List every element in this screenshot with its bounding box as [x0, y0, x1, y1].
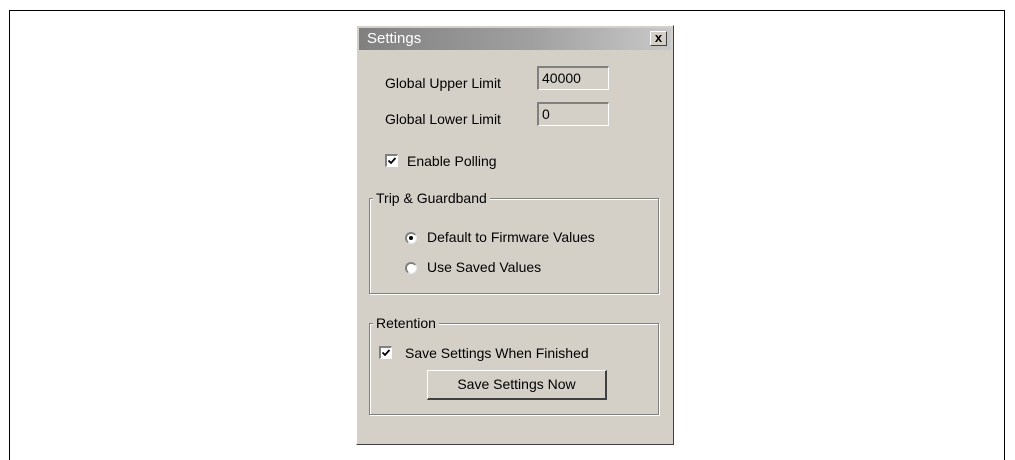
radio-use-saved-label: Use Saved Values — [427, 259, 542, 275]
radio-dot-icon — [409, 236, 413, 240]
checkmark-icon — [381, 349, 391, 357]
checkmark-icon — [387, 157, 397, 165]
save-when-finished-label: Save Settings When Finished — [405, 345, 589, 361]
radio-default-firmware[interactable] — [405, 232, 417, 244]
radio-use-saved[interactable] — [405, 262, 417, 274]
settings-dialog: Settings x Global Upper Limit 40000 Glob… — [356, 25, 674, 445]
close-button[interactable]: x — [650, 31, 667, 46]
retention-group — [369, 323, 659, 415]
trip-guardband-title: Trip & Guardband — [373, 189, 490, 207]
retention-title: Retention — [373, 314, 439, 332]
enable-polling-checkbox[interactable] — [385, 154, 398, 167]
save-settings-now-button[interactable]: Save Settings Now — [427, 370, 607, 400]
radio-default-firmware-label: Default to Firmware Values — [427, 229, 595, 245]
enable-polling-label: Enable Polling — [407, 153, 497, 169]
lower-limit-input[interactable]: 0 — [537, 102, 609, 126]
close-icon: x — [654, 30, 663, 45]
lower-limit-label: Global Lower Limit — [385, 111, 501, 127]
save-when-finished-checkbox[interactable] — [379, 346, 392, 359]
trip-guardband-group — [369, 198, 659, 294]
upper-limit-label: Global Upper Limit — [385, 75, 501, 91]
window-title: Settings — [367, 30, 422, 47]
upper-limit-input[interactable]: 40000 — [537, 66, 609, 90]
title-bar[interactable]: Settings x — [359, 28, 671, 50]
